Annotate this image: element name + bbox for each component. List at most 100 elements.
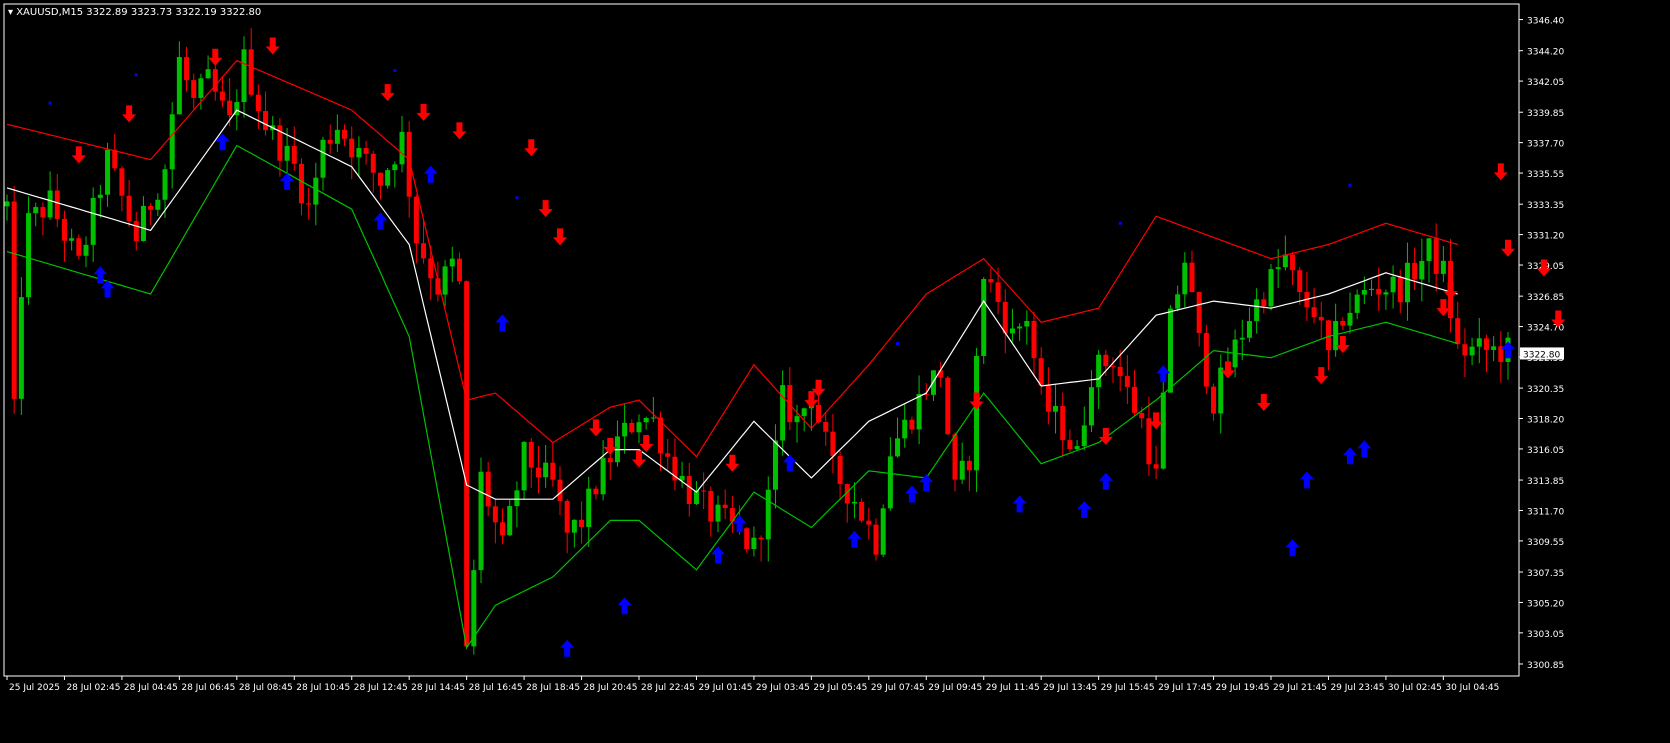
candle-body[interactable] <box>938 370 944 378</box>
candle-body[interactable] <box>140 205 146 242</box>
candle-body[interactable] <box>586 488 592 527</box>
candle-body[interactable] <box>119 168 125 196</box>
candle-body[interactable] <box>1390 276 1396 293</box>
candle-body[interactable] <box>1376 288 1382 295</box>
candle-body[interactable] <box>895 438 901 457</box>
price-chart[interactable]: ▾ XAUUSD,M15 3322.89 3323.73 3322.19 332… <box>0 0 1666 697</box>
candle-body[interactable] <box>1462 344 1468 356</box>
candle-body[interactable] <box>974 355 980 471</box>
candle-body[interactable] <box>758 537 764 540</box>
candle-body[interactable] <box>715 504 721 522</box>
candle-body[interactable] <box>1132 386 1138 413</box>
candle-body[interactable] <box>248 49 254 95</box>
candle-body[interactable] <box>370 153 376 173</box>
candle-body[interactable] <box>643 417 649 423</box>
candle-body[interactable] <box>1167 308 1173 393</box>
candle-body[interactable] <box>622 422 628 437</box>
candle-body[interactable] <box>162 169 168 200</box>
candle-body[interactable] <box>342 129 348 139</box>
candle-body[interactable] <box>823 421 829 432</box>
candle-body[interactable] <box>1419 261 1425 280</box>
candle-body[interactable] <box>1045 385 1051 412</box>
candle-body[interactable] <box>392 164 398 171</box>
candle-body[interactable] <box>97 194 103 198</box>
sell-arrow-icon[interactable] <box>1314 367 1329 385</box>
candle-body[interactable] <box>105 149 111 195</box>
candle-body[interactable] <box>349 138 355 158</box>
candle-body[interactable] <box>1354 294 1360 313</box>
candle-body[interactable] <box>1146 418 1152 465</box>
candle-body[interactable] <box>133 221 139 242</box>
candle-body[interactable] <box>1002 301 1008 334</box>
candle-body[interactable] <box>54 190 60 219</box>
candle-body[interactable] <box>880 508 886 555</box>
candle-body[interactable] <box>1483 338 1489 350</box>
candle-body[interactable] <box>1218 367 1224 414</box>
candle-body[interactable] <box>112 149 118 169</box>
sell-arrow-icon[interactable] <box>1501 239 1515 257</box>
candle-body[interactable] <box>155 199 161 210</box>
candle-body[interactable] <box>1347 312 1353 326</box>
candle-body[interactable] <box>1433 238 1439 274</box>
candle-body[interactable] <box>1153 464 1159 469</box>
buy-arrow-icon[interactable] <box>495 314 510 332</box>
sell-arrow-icon[interactable] <box>122 105 137 123</box>
candle-body[interactable] <box>1412 262 1418 280</box>
candle-body[interactable] <box>564 500 570 533</box>
sell-arrow-icon[interactable] <box>416 103 431 121</box>
candle-body[interactable] <box>780 385 786 441</box>
candle-body[interactable] <box>47 190 53 218</box>
sell-arrow-icon[interactable] <box>639 434 654 452</box>
sell-arrow-icon[interactable] <box>1493 163 1508 181</box>
candle-body[interactable] <box>363 148 369 154</box>
candle-body[interactable] <box>90 197 96 245</box>
candle-body[interactable] <box>607 458 613 463</box>
candle-body[interactable] <box>356 148 362 158</box>
candle-body[interactable] <box>995 282 1001 302</box>
sell-arrow-icon[interactable] <box>380 84 395 102</box>
candle-body[interactable] <box>11 201 17 399</box>
candle-body[interactable] <box>851 501 857 504</box>
candle-body[interactable] <box>449 258 455 267</box>
candle-body[interactable] <box>816 404 822 422</box>
candle-body[interactable] <box>313 177 319 205</box>
candle-body[interactable] <box>219 91 225 101</box>
candle-body[interactable] <box>600 458 606 495</box>
candle-body[interactable] <box>794 416 800 423</box>
candle-body[interactable] <box>306 203 312 205</box>
candle-body[interactable] <box>169 114 175 170</box>
candle-body[interactable] <box>722 504 728 509</box>
candle-body[interactable] <box>198 78 204 98</box>
candle-body[interactable] <box>866 520 872 525</box>
candle-body[interactable] <box>478 471 484 571</box>
candle-body[interactable] <box>1053 406 1059 412</box>
candle-body[interactable] <box>263 111 269 131</box>
candle-body[interactable] <box>959 460 965 480</box>
candle-body[interactable] <box>787 385 793 423</box>
candle-body[interactable] <box>1340 320 1346 326</box>
candle-body[interactable] <box>456 258 462 282</box>
candle-body[interactable] <box>1455 318 1461 345</box>
candle-body[interactable] <box>1081 425 1087 447</box>
candle-body[interactable] <box>1182 262 1188 295</box>
candle-body[interactable] <box>981 279 987 356</box>
candle-body[interactable] <box>571 519 577 533</box>
candle-body[interactable] <box>1031 320 1037 359</box>
candle-body[interactable] <box>1060 406 1066 441</box>
candle-body[interactable] <box>1211 386 1217 414</box>
sell-arrow-icon[interactable] <box>265 37 280 55</box>
buy-arrow-icon[interactable] <box>373 212 388 230</box>
candle-body[interactable] <box>837 455 843 485</box>
buy-arrow-icon[interactable] <box>1098 472 1113 490</box>
candle-body[interactable] <box>830 431 836 456</box>
sell-arrow-icon[interactable] <box>524 139 539 157</box>
candle-body[interactable] <box>385 170 391 186</box>
candle-body[interactable] <box>1246 321 1252 338</box>
candle-body[interactable] <box>1261 299 1267 307</box>
candle-body[interactable] <box>1318 316 1324 321</box>
sell-arrow-icon[interactable] <box>71 146 86 164</box>
sell-arrow-icon[interactable] <box>208 48 223 66</box>
candle-body[interactable] <box>421 243 427 259</box>
candle-body[interactable] <box>1017 326 1023 329</box>
candle-body[interactable] <box>636 422 642 433</box>
